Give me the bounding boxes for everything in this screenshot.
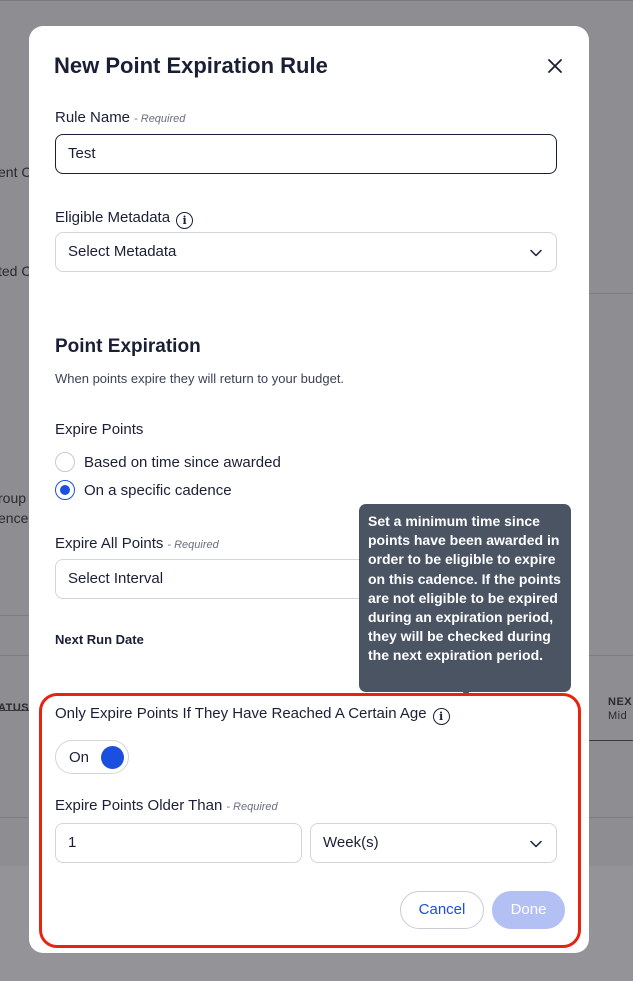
age-rule-label-text: Only Expire Points If They Have Reached … (55, 705, 427, 722)
toggle-label: On (69, 749, 90, 766)
divider (0, 0, 633, 1)
cancel-button[interactable]: Cancel (400, 891, 484, 929)
required-hint: - Required (134, 113, 186, 125)
rule-name-label-text: Rule Name (55, 109, 131, 126)
older-than-label: Expire Points Older Than - Required (55, 797, 278, 814)
expire-all-label-text: Expire All Points (55, 535, 164, 552)
point-expiration-title: Point Expiration (55, 336, 201, 357)
radio-button-checked[interactable] (55, 480, 75, 500)
older-than-label-text: Expire Points Older Than (55, 797, 223, 814)
older-than-amount-input[interactable]: 1 (55, 823, 302, 863)
point-expiration-subtitle: When points expire they will return to y… (55, 371, 345, 386)
modal-title: New Point Expiration Rule (54, 53, 328, 78)
divider (0, 710, 29, 711)
metadata-select-value: Select Metadata (68, 243, 177, 260)
expire-all-label: Expire All Points - Required (55, 535, 219, 552)
tooltip-arrow (461, 690, 471, 696)
close-icon (548, 59, 562, 73)
next-run-date-label: Next Run Date (55, 632, 144, 647)
divider (589, 293, 633, 294)
divider (0, 615, 29, 616)
metadata-select[interactable]: Select Metadata (55, 232, 557, 272)
divider (589, 740, 633, 741)
radio-label: On a specific cadence (84, 481, 232, 499)
age-rule-toggle[interactable]: On (55, 740, 129, 774)
close-button[interactable] (542, 53, 568, 79)
chevron-down-icon (530, 840, 542, 848)
chevron-down-icon (530, 249, 542, 257)
done-button[interactable]: Done (492, 891, 565, 929)
bg-text: ted C (0, 263, 32, 279)
age-rule-label: Only Expire Points If They Have Reached … (55, 705, 450, 725)
divider (0, 655, 29, 656)
metadata-label: Eligible Metadata i (55, 209, 194, 229)
rule-name-label: Rule Name - Required (55, 109, 185, 126)
bg-text: roup (0, 490, 27, 506)
divider (589, 655, 633, 656)
required-hint: - Required (226, 801, 278, 813)
toggle-knob (101, 746, 124, 769)
rule-name-input[interactable]: Test (55, 134, 557, 174)
expire-points-label: Expire Points (55, 421, 144, 438)
info-icon[interactable]: i (432, 708, 450, 725)
unit-select-value: Week(s) (323, 834, 379, 851)
info-tooltip: Set a minimum time since points have bee… (359, 504, 571, 692)
radio-label: Based on time since awarded (84, 453, 281, 471)
divider (0, 817, 29, 818)
point-expiration-modal: New Point Expiration Rule Rule Name - Req… (29, 26, 589, 953)
bg-text: ence (0, 510, 29, 526)
older-than-unit-select[interactable]: Week(s) (310, 823, 557, 863)
radio-button[interactable] (55, 452, 75, 472)
bg-text: Mid (608, 710, 628, 722)
bg-column-header: NEX (608, 696, 633, 708)
radio-specific-cadence[interactable]: On a specific cadence (55, 479, 232, 501)
metadata-label-text: Eligible Metadata (55, 209, 171, 226)
radio-time-since-awarded[interactable]: Based on time since awarded (55, 451, 281, 473)
bg-column-header: ATUS (0, 702, 30, 714)
divider (589, 817, 633, 818)
interval-select-value: Select Interval (68, 570, 164, 587)
info-icon[interactable]: i (176, 212, 194, 229)
bg-text: ent C (0, 164, 32, 180)
required-hint: - Required (167, 539, 219, 551)
